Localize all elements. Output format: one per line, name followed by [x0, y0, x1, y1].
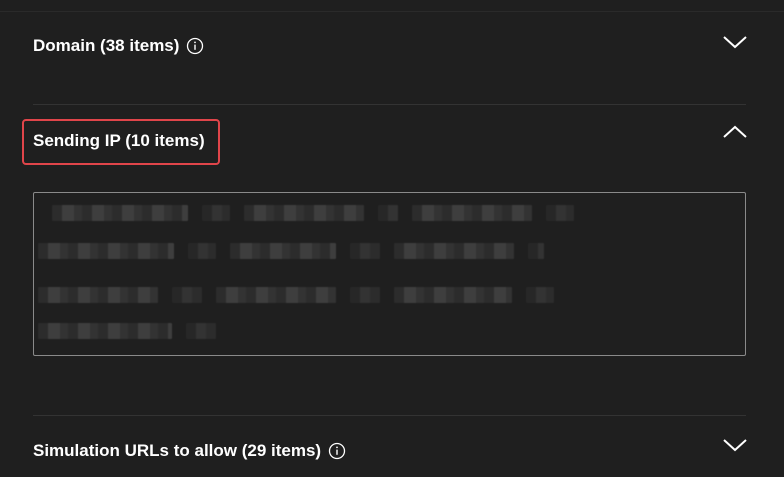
- section-domain-header[interactable]: Domain (38 items): [33, 36, 204, 56]
- chevron-up-icon[interactable]: [722, 124, 748, 140]
- info-icon[interactable]: [328, 442, 346, 460]
- redacted-ip-line: [52, 199, 588, 227]
- chevron-down-icon[interactable]: [722, 437, 748, 453]
- redacted-ip-line: [38, 237, 558, 265]
- section-sending-ip-header[interactable]: Sending IP (10 items): [33, 131, 205, 151]
- redacted-ip-line: [38, 281, 568, 309]
- section-divider: [33, 104, 746, 105]
- redacted-ip-line: [38, 317, 230, 345]
- section-simulation-urls-label: Simulation URLs to allow (29 items): [33, 441, 322, 460]
- section-domain-label: Domain (38 items): [33, 36, 180, 55]
- chevron-down-icon[interactable]: [722, 34, 748, 50]
- sending-ip-list-textarea[interactable]: [33, 192, 746, 356]
- section-simulation-urls-header[interactable]: Simulation URLs to allow (29 items): [33, 441, 346, 461]
- top-divider: [0, 11, 784, 12]
- section-divider: [33, 415, 746, 416]
- section-sending-ip-label: Sending IP (10 items): [33, 131, 205, 150]
- info-icon[interactable]: [186, 37, 204, 55]
